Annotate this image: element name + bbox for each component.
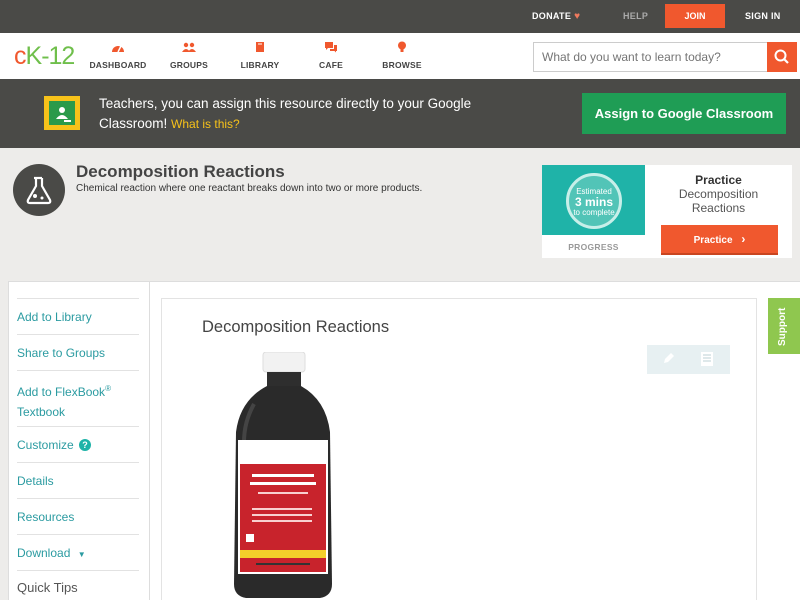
sidebar-divider xyxy=(17,570,139,571)
logo-c: c xyxy=(14,42,26,70)
help-icon[interactable]: ? xyxy=(79,439,92,451)
sidebar-item-add-library[interactable]: Add to Library xyxy=(17,298,139,334)
practice-subtitle: Decomposition Reactions xyxy=(645,187,792,215)
caret-down-icon: ▼ xyxy=(77,550,86,559)
download-label: Download xyxy=(17,546,71,560)
content-title: Decomposition Reactions xyxy=(202,318,390,336)
practice-subtitle-line1: Decomposition xyxy=(678,187,759,201)
search-button[interactable] xyxy=(767,42,797,72)
google-classroom-icon xyxy=(44,96,80,130)
concept-title: Decomposition Reactions xyxy=(76,162,285,181)
support-tab[interactable]: Support xyxy=(768,298,800,354)
nav-browse[interactable]: BROWSE xyxy=(367,41,437,70)
sign-in-link[interactable]: SIGN IN xyxy=(745,11,781,21)
customize-label: Customize xyxy=(17,438,74,452)
nav-dashboard-label: DASHBOARD xyxy=(89,60,147,70)
ck12-logo[interactable]: cK-12 xyxy=(14,42,75,71)
groups-icon xyxy=(182,42,196,52)
progress-label: PROGRESS xyxy=(568,242,619,252)
donate-label: DONATE xyxy=(532,11,572,21)
search-icon xyxy=(774,49,789,64)
practice-button-label: Practice xyxy=(693,235,733,246)
estimate-badge: Estimated 3 mins to complete xyxy=(566,173,622,229)
chemistry-flask-icon xyxy=(13,164,65,216)
library-icon xyxy=(256,42,264,52)
sidebar-item-download[interactable]: Download ▼ xyxy=(17,534,139,570)
sidebar-item-add-flexbook[interactable]: Add to FlexBook® Textbook xyxy=(17,370,139,426)
flexbook-label: Add to FlexBook xyxy=(17,385,106,399)
nav-cafe[interactable]: CAFE xyxy=(296,41,366,70)
logo-12: -12 xyxy=(41,42,75,70)
main-nav: cK-12 DASHBOARD GROUPS LIBRARY CAFE BROW… xyxy=(0,33,800,79)
sidebar-item-resources[interactable]: Resources xyxy=(17,498,139,534)
nav-dashboard[interactable]: DASHBOARD xyxy=(83,41,153,70)
content-tools xyxy=(647,345,730,374)
join-button[interactable]: JOIN xyxy=(665,4,725,28)
cafe-icon xyxy=(325,42,337,53)
sidebar-item-share-groups[interactable]: Share to Groups xyxy=(17,334,139,370)
sidebar-item-customize[interactable]: Customize ? xyxy=(17,426,139,462)
practice-thumbnail: Estimated 3 mins to complete xyxy=(542,165,645,235)
sidebar: Add to Library Share to Groups Add to Fl… xyxy=(8,281,150,600)
practice-button[interactable]: Practice › xyxy=(661,225,778,255)
nav-groups-label: GROUPS xyxy=(169,60,209,70)
estimate-suffix: to complete xyxy=(573,208,615,217)
nav-library-label: LIBRARY xyxy=(240,60,280,70)
registered-mark: ® xyxy=(105,384,111,393)
heart-icon: ♥ xyxy=(574,11,581,22)
notes-icon[interactable] xyxy=(700,351,714,367)
banner-text: Teachers, you can assign this resource d… xyxy=(99,96,472,131)
chevron-right-icon: › xyxy=(741,232,746,246)
what-is-this-link[interactable]: What is this? xyxy=(171,117,240,131)
estimate-value: 3 mins xyxy=(574,195,613,209)
banner-text-block: Teachers, you can assign this resource d… xyxy=(99,94,539,134)
nav-groups[interactable]: GROUPS xyxy=(154,41,224,70)
donate-link[interactable]: DONATE ♥ xyxy=(532,11,580,22)
practice-title: Practice xyxy=(695,173,742,187)
concept-description: Chemical reaction where one reactant bre… xyxy=(76,183,423,194)
sidebar-item-details[interactable]: Details xyxy=(17,462,139,498)
flexbook-label-line2: Textbook xyxy=(17,405,66,419)
search-box xyxy=(533,42,797,72)
nav-browse-label: BROWSE xyxy=(382,60,422,70)
top-bar: DONATE ♥ HELP JOIN SIGN IN xyxy=(0,0,800,33)
logo-k: K xyxy=(25,42,43,70)
nav-library[interactable]: LIBRARY xyxy=(225,41,295,70)
search-input[interactable] xyxy=(534,43,768,71)
assign-google-classroom-button[interactable]: Assign to Google Classroom xyxy=(582,93,786,134)
quick-tips-heading[interactable]: Quick Tips xyxy=(17,580,78,595)
browse-icon xyxy=(398,41,406,52)
practice-subtitle-line2: Reactions xyxy=(691,201,746,215)
dashboard-icon xyxy=(112,45,124,53)
help-link[interactable]: HELP xyxy=(623,11,648,21)
pencil-icon[interactable] xyxy=(661,352,675,366)
nav-cafe-label: CAFE xyxy=(319,60,343,70)
support-label: Support xyxy=(777,307,788,346)
practice-card: Estimated 3 mins to complete PROGRESS Pr… xyxy=(542,165,792,258)
hydrogen-peroxide-bottle-image xyxy=(234,352,332,598)
